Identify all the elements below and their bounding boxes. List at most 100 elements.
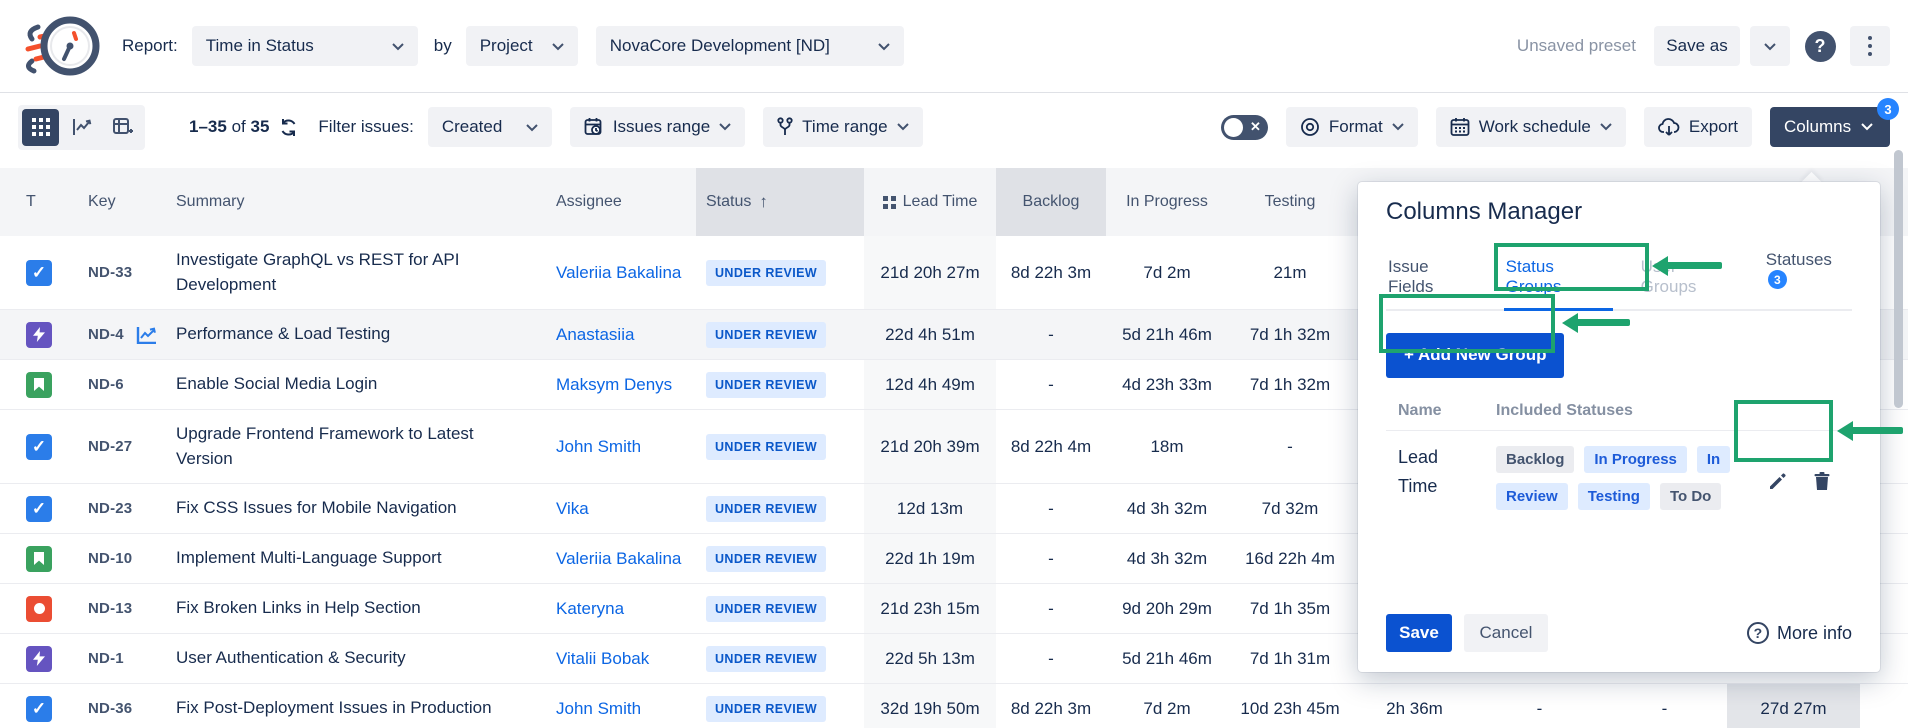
issue-summary[interactable]: Fix CSS Issues for Mobile Navigation	[176, 496, 457, 521]
issue-type-icon	[26, 260, 52, 286]
assignee-link[interactable]: Anastasiia	[556, 325, 634, 345]
issue-key[interactable]: ND-10	[88, 550, 132, 567]
assignee-link[interactable]: Vitalii Bobak	[556, 649, 649, 669]
in-progress-value: 4d 3h 32m	[1127, 499, 1207, 519]
chevron-down-icon	[897, 123, 909, 131]
lead-time-value: 22d 1h 19m	[885, 549, 975, 569]
tab-issue-fields[interactable]: Issue Fields	[1386, 249, 1478, 309]
help-button[interactable]: ?	[1800, 26, 1840, 66]
hidden-column-value: -	[1477, 684, 1602, 728]
issue-summary[interactable]: Fix Post-Deployment Issues in Production	[176, 696, 492, 721]
delete-group-button[interactable]	[1810, 455, 1834, 510]
issue-key[interactable]: ND-1	[88, 650, 124, 667]
work-schedule-button[interactable]: Work schedule	[1436, 107, 1626, 147]
assignee-link[interactable]: Vika	[556, 499, 589, 519]
grid-view-button[interactable]	[22, 109, 59, 146]
sort-ascending-icon: ↑	[759, 192, 768, 212]
more-info-link[interactable]: ? More info	[1747, 622, 1852, 644]
status-badge: UNDER REVIEW	[706, 434, 826, 460]
save-button[interactable]: Save	[1386, 614, 1452, 652]
issue-key[interactable]: ND-6	[88, 376, 124, 393]
status-chip: Backlog	[1496, 446, 1574, 473]
tab-statuses-label: Statuses	[1766, 250, 1832, 269]
issue-summary[interactable]: Upgrade Frontend Framework to Latest Ver…	[176, 422, 516, 471]
col-header-lead-time[interactable]: Lead Time	[864, 168, 996, 236]
issue-summary[interactable]: Performance & Load Testing	[176, 322, 390, 347]
assignee-link[interactable]: John Smith	[556, 437, 641, 457]
issue-summary[interactable]: Implement Multi-Language Support	[176, 546, 442, 571]
estimation-toggle[interactable]: ✕	[1221, 115, 1268, 140]
issues-range-button[interactable]: Issues range	[570, 107, 745, 147]
issue-summary[interactable]: Fix Broken Links in Help Section	[176, 596, 421, 621]
view-switcher	[18, 105, 145, 150]
filter-field-select[interactable]: Created	[428, 107, 552, 147]
pagination-of: of	[232, 117, 246, 136]
issue-key[interactable]: ND-23	[88, 500, 132, 517]
status-chip: To Do	[1660, 483, 1721, 510]
col-header-status[interactable]: Status ↑	[696, 168, 864, 236]
assignee-link[interactable]: Valeriia Bakalina	[556, 263, 681, 283]
refresh-button[interactable]	[279, 118, 298, 137]
chevron-down-icon	[538, 36, 564, 56]
col-header-type[interactable]: T	[0, 168, 60, 236]
chevron-down-icon	[864, 36, 890, 56]
table-row[interactable]: ND-36 Fix Post-Deployment Issues in Prod…	[0, 684, 1908, 728]
time-range-button[interactable]: Time range	[763, 107, 922, 147]
assignee-link[interactable]: Kateryna	[556, 599, 624, 619]
col-header-summary[interactable]: Summary	[170, 168, 556, 236]
tab-status-groups[interactable]: Status Groups	[1504, 249, 1613, 309]
export-button[interactable]: Export	[1644, 107, 1752, 147]
issues-range-label: Issues range	[613, 117, 710, 137]
col-header-key[interactable]: Key	[60, 168, 170, 236]
more-info-label: More info	[1777, 623, 1852, 644]
cloud-export-icon	[1658, 118, 1680, 136]
report-type-select[interactable]: Time in Status	[192, 26, 418, 66]
col-header-in-progress[interactable]: In Progress	[1106, 168, 1228, 236]
panel-footer: Save Cancel ? More info	[1386, 614, 1852, 652]
edit-group-button[interactable]	[1766, 455, 1790, 510]
vertical-scrollbar-thumb[interactable]	[1894, 150, 1903, 408]
backlog-value: 8d 22h 3m	[1011, 263, 1091, 283]
lead-time-header-label: Lead Time	[903, 193, 978, 211]
status-badge: UNDER REVIEW	[706, 646, 826, 672]
col-header-backlog[interactable]: Backlog	[996, 168, 1106, 236]
assignee-link[interactable]: Maksym Denys	[556, 375, 672, 395]
project-select[interactable]: NovaCore Development [ND]	[596, 26, 904, 66]
issue-key[interactable]: ND-33	[88, 264, 132, 281]
lead-time-value: 22d 4h 51m	[885, 325, 975, 345]
format-button[interactable]: Format	[1286, 107, 1418, 147]
backlog-value: 8d 22h 4m	[1011, 437, 1091, 457]
more-options-button[interactable]	[1850, 26, 1890, 66]
add-new-group-button[interactable]: + Add New Group	[1386, 333, 1564, 378]
col-header-assignee[interactable]: Assignee	[556, 168, 696, 236]
assignee-link[interactable]: Valeriia Bakalina	[556, 549, 681, 569]
columns-manager-panel: Columns Manager Issue Fields Status Grou…	[1358, 182, 1880, 672]
report-type-value: Time in Status	[206, 36, 314, 56]
issue-summary[interactable]: Enable Social Media Login	[176, 372, 377, 397]
tab-user-groups[interactable]: User Groups	[1639, 249, 1736, 309]
in-progress-value: 5d 21h 46m	[1122, 649, 1212, 669]
chart-view-button[interactable]	[63, 109, 100, 146]
cancel-button[interactable]: Cancel	[1464, 614, 1548, 652]
save-options-button[interactable]	[1750, 26, 1790, 66]
issue-key[interactable]: ND-27	[88, 438, 132, 455]
testing-value: 7d 1h 32m	[1250, 375, 1330, 395]
issue-key[interactable]: ND-36	[88, 700, 132, 717]
issue-summary[interactable]: User Authentication & Security	[176, 646, 406, 671]
issue-key[interactable]: ND-4	[88, 326, 124, 343]
col-header-testing[interactable]: Testing	[1228, 168, 1352, 236]
issue-key[interactable]: ND-13	[88, 600, 132, 617]
columns-button[interactable]: Columns 3	[1770, 107, 1890, 147]
lead-time-value: 21d 20h 27m	[880, 263, 979, 283]
issue-summary[interactable]: Investigate GraphQL vs REST for API Deve…	[176, 248, 516, 297]
tab-statuses[interactable]: Statuses3	[1764, 242, 1852, 309]
scope-select[interactable]: Project	[466, 26, 578, 66]
trend-chart-icon[interactable]	[136, 326, 158, 344]
save-as-button[interactable]: Save as	[1654, 26, 1740, 66]
filter-field-value: Created	[442, 117, 502, 137]
assignee-link[interactable]: John Smith	[556, 699, 641, 719]
pagination-text: 1–35 of 35	[189, 117, 269, 137]
pivot-view-button[interactable]	[104, 109, 141, 146]
list-divider	[1386, 430, 1852, 431]
backlog-value: 8d 22h 3m	[1011, 699, 1091, 719]
